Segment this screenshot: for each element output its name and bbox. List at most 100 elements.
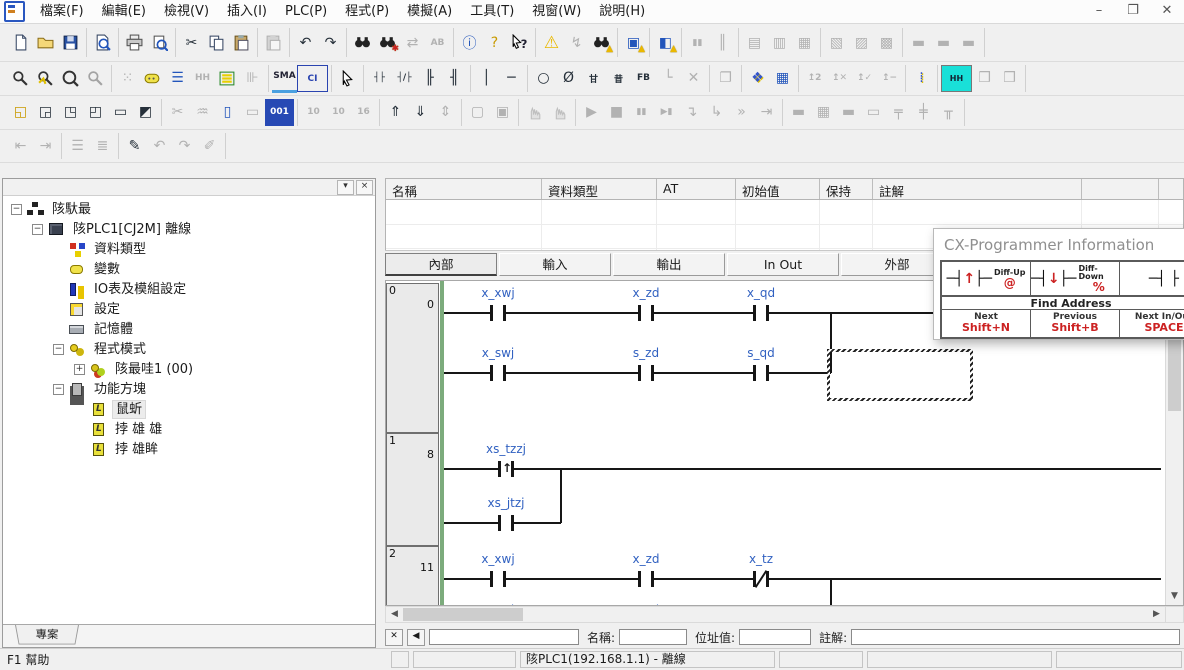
- contact-x_zd-bar[interactable]: [638, 571, 641, 587]
- online-work-check-button[interactable]: ▣▲: [621, 30, 646, 55]
- online-edit-begin-button[interactable]: ▨: [849, 30, 874, 55]
- panel-grip[interactable]: ▾ ×: [3, 179, 375, 196]
- rack-view-3-button[interactable]: ▬: [956, 30, 981, 55]
- tree-item-9[interactable]: −功能方塊: [3, 379, 375, 399]
- minimize-button[interactable]: –: [1082, 0, 1116, 23]
- tab-project[interactable]: 專案: [15, 625, 79, 644]
- print-button[interactable]: [122, 30, 147, 55]
- online-edit-cancel-button[interactable]: ▩: [874, 30, 899, 55]
- contact-x_swj-bar[interactable]: [503, 365, 506, 381]
- sim-run-button[interactable]: ▶: [579, 100, 604, 125]
- io-bar-4-button[interactable]: ▭: [861, 100, 886, 125]
- undo-button[interactable]: ↶: [293, 30, 318, 55]
- monitor-window-button[interactable]: HH: [941, 65, 972, 92]
- window-project-button[interactable]: ◱: [8, 100, 33, 125]
- force-on-button[interactable]: ↥2: [802, 66, 827, 91]
- contact-s_qd-bar[interactable]: [766, 365, 769, 381]
- new-or-contact-button[interactable]: ╟: [417, 66, 442, 91]
- tree-item-1[interactable]: −陔PLC1[CJ2M] 離線: [3, 219, 375, 239]
- column-header-註解[interactable]: 註解: [873, 179, 1082, 199]
- io-bar-1-button[interactable]: ▬: [786, 100, 811, 125]
- operand-label-xs_jtzj[interactable]: xs_jtzj: [458, 496, 554, 510]
- operand-label-x_tz[interactable]: x_tz: [713, 552, 809, 566]
- contact-x_zd-bar[interactable]: [638, 305, 641, 321]
- contact-x_qd-bar[interactable]: [766, 305, 769, 321]
- transfer-to-plc-button[interactable]: ▤: [742, 30, 767, 55]
- panel-menu-button[interactable]: ▾: [337, 180, 354, 195]
- collapse-box-icon[interactable]: −: [11, 204, 22, 215]
- pause-button[interactable]: ║: [710, 30, 735, 55]
- force-cancel-button[interactable]: ↥−: [877, 66, 902, 91]
- tree-item-0[interactable]: −陔馱最: [3, 199, 375, 219]
- rack-view-1-button[interactable]: ▬: [906, 30, 931, 55]
- new-vertical-button[interactable]: │: [474, 66, 499, 91]
- window-plain-button[interactable]: ▭: [108, 100, 133, 125]
- pause-monitor-button[interactable]: ▮▮: [685, 30, 710, 55]
- upload-arrow-button[interactable]: ⇑: [383, 100, 408, 125]
- column-header-保持[interactable]: 保持: [820, 179, 873, 199]
- tree-item-3[interactable]: 變數: [3, 259, 375, 279]
- tree-item-8[interactable]: +陔最哇1 (00): [3, 359, 375, 379]
- save-project-button[interactable]: [58, 30, 83, 55]
- zoom-in-button[interactable]: [8, 66, 33, 91]
- column-header-資料類型[interactable]: 資料類型: [542, 179, 657, 199]
- menu-item-2[interactable]: 檢視(V): [155, 1, 218, 23]
- change-all-button[interactable]: ⇄: [400, 30, 425, 55]
- draw-pen-button[interactable]: ✎: [122, 134, 147, 159]
- close-button[interactable]: ✕: [1150, 0, 1184, 23]
- pen-erase-button[interactable]: ✐: [197, 134, 222, 159]
- show-comments-button[interactable]: [140, 66, 165, 91]
- operand-label-x_swj[interactable]: x_swj: [450, 603, 546, 605]
- compile-program-button[interactable]: ⚠: [539, 30, 564, 55]
- redo-button[interactable]: ↷: [318, 30, 343, 55]
- indent-increase-button[interactable]: ⇥: [33, 134, 58, 159]
- show-program-tree-button[interactable]: ⊪: [240, 66, 265, 91]
- block-comment-list-button[interactable]: ☰: [65, 134, 90, 159]
- monitor-in-hex-button[interactable]: HH: [190, 66, 215, 91]
- contact-s_zd-bar[interactable]: [651, 365, 654, 381]
- rung-0-margin[interactable]: 00: [386, 283, 439, 433]
- rack-view-2-button[interactable]: ▬: [931, 30, 956, 55]
- replace-button[interactable]: ✱: [375, 30, 400, 55]
- binary-view-button[interactable]: 001: [265, 99, 294, 126]
- zoom-out-button[interactable]: [58, 66, 83, 91]
- timer-calendar-button[interactable]: ▦: [770, 66, 795, 91]
- new-contact-button[interactable]: ┤├: [367, 66, 392, 91]
- new-closed-contact-button[interactable]: ┤/├: [392, 66, 417, 91]
- window-output-button[interactable]: ◲: [33, 100, 58, 125]
- watch-window-2-button[interactable]: ❒: [997, 66, 1022, 91]
- decimal-format-button[interactable]: 10: [301, 100, 326, 125]
- scroll-down-button[interactable]: ▼: [1166, 588, 1183, 605]
- copy-button[interactable]: [204, 30, 229, 55]
- operand-label-s_qd[interactable]: s_qd: [713, 346, 809, 360]
- operand-label-s_tz[interactable]: s_tz: [713, 603, 809, 605]
- contact-s_qd-bar[interactable]: [753, 365, 756, 381]
- horizontal-scroll-thumb[interactable]: [403, 608, 523, 621]
- new-set-instruction-button[interactable]: 甘: [581, 66, 606, 91]
- tree-item-11[interactable]: 挬 雄 雄: [3, 419, 375, 439]
- operand-label-s_zd[interactable]: s_zd: [598, 603, 694, 605]
- contact-x_xwj-bar[interactable]: [490, 305, 493, 321]
- menu-item-6[interactable]: 模擬(A): [398, 1, 461, 23]
- symbol-bar-close-button[interactable]: ✕: [385, 629, 403, 646]
- operand-label-x_xwj[interactable]: x_xwj: [450, 552, 546, 566]
- rung-wrap-button[interactable]: ≣: [90, 134, 115, 159]
- view-report-button[interactable]: [90, 30, 115, 55]
- apply-changes-button[interactable]: ❖: [745, 66, 770, 91]
- contact-xs_jtzj-bar[interactable]: [498, 515, 501, 531]
- window-properties-button[interactable]: ◩: [133, 100, 158, 125]
- sim-to-end-button[interactable]: ⇥: [754, 100, 779, 125]
- paste-button[interactable]: [229, 30, 254, 55]
- zoom-fit-button[interactable]: [83, 66, 108, 91]
- operand-label-x_qd[interactable]: x_qd: [713, 286, 809, 300]
- new-coil-button[interactable]: ○: [531, 66, 556, 91]
- scroll-left-button[interactable]: ◀: [386, 607, 403, 622]
- menu-item-4[interactable]: PLC(P): [276, 1, 336, 23]
- menu-item-7[interactable]: 工具(T): [461, 1, 523, 23]
- sim-stop-button[interactable]: ■: [604, 100, 629, 125]
- force-off-button[interactable]: ↥✕: [827, 66, 852, 91]
- address-field[interactable]: [739, 629, 811, 645]
- context-help-button[interactable]: ?: [507, 30, 532, 55]
- sim-step-out-button[interactable]: ↳: [704, 100, 729, 125]
- corner-tool-button[interactable]: └: [656, 66, 681, 91]
